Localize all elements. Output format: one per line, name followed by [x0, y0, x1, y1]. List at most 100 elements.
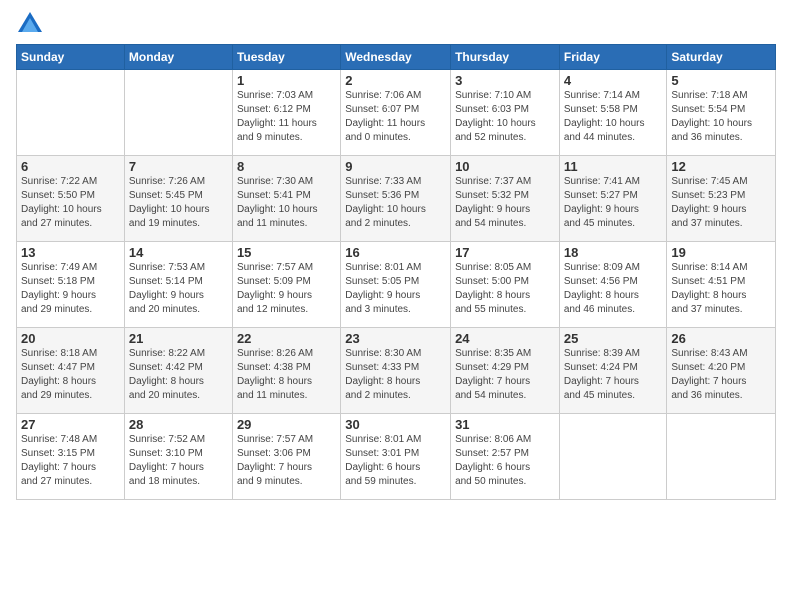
day-number: 25 — [564, 331, 663, 346]
calendar-cell: 26Sunrise: 8:43 AM Sunset: 4:20 PM Dayli… — [667, 328, 776, 414]
day-number: 30 — [345, 417, 446, 432]
day-info: Sunrise: 7:45 AM Sunset: 5:23 PM Dayligh… — [671, 175, 771, 231]
calendar-cell: 20Sunrise: 8:18 AM Sunset: 4:47 PM Dayli… — [17, 328, 125, 414]
weekday-header-tuesday: Tuesday — [232, 45, 340, 70]
day-number: 24 — [455, 331, 555, 346]
day-info: Sunrise: 8:01 AM Sunset: 3:01 PM Dayligh… — [345, 433, 446, 489]
calendar-cell: 27Sunrise: 7:48 AM Sunset: 3:15 PM Dayli… — [17, 414, 125, 500]
day-info: Sunrise: 7:57 AM Sunset: 5:09 PM Dayligh… — [237, 261, 336, 317]
calendar-cell — [17, 70, 125, 156]
calendar-cell: 22Sunrise: 8:26 AM Sunset: 4:38 PM Dayli… — [232, 328, 340, 414]
calendar-week-5: 27Sunrise: 7:48 AM Sunset: 3:15 PM Dayli… — [17, 414, 776, 500]
calendar-cell — [124, 70, 232, 156]
calendar-cell — [559, 414, 667, 500]
day-number: 4 — [564, 73, 663, 88]
weekday-header-monday: Monday — [124, 45, 232, 70]
day-number: 19 — [671, 245, 771, 260]
day-number: 17 — [455, 245, 555, 260]
day-number: 31 — [455, 417, 555, 432]
weekday-header-wednesday: Wednesday — [341, 45, 451, 70]
day-info: Sunrise: 8:14 AM Sunset: 4:51 PM Dayligh… — [671, 261, 771, 317]
logo — [16, 10, 48, 38]
calendar-cell — [667, 414, 776, 500]
weekday-header-thursday: Thursday — [451, 45, 560, 70]
calendar-header: SundayMondayTuesdayWednesdayThursdayFrid… — [17, 45, 776, 70]
calendar-cell: 8Sunrise: 7:30 AM Sunset: 5:41 PM Daylig… — [232, 156, 340, 242]
day-number: 10 — [455, 159, 555, 174]
calendar-week-4: 20Sunrise: 8:18 AM Sunset: 4:47 PM Dayli… — [17, 328, 776, 414]
calendar-cell: 4Sunrise: 7:14 AM Sunset: 5:58 PM Daylig… — [559, 70, 667, 156]
day-info: Sunrise: 7:48 AM Sunset: 3:15 PM Dayligh… — [21, 433, 120, 489]
calendar-cell: 19Sunrise: 8:14 AM Sunset: 4:51 PM Dayli… — [667, 242, 776, 328]
calendar-body: 1Sunrise: 7:03 AM Sunset: 6:12 PM Daylig… — [17, 70, 776, 500]
day-number: 7 — [129, 159, 228, 174]
day-info: Sunrise: 7:30 AM Sunset: 5:41 PM Dayligh… — [237, 175, 336, 231]
day-info: Sunrise: 8:22 AM Sunset: 4:42 PM Dayligh… — [129, 347, 228, 403]
day-number: 14 — [129, 245, 228, 260]
calendar-cell: 31Sunrise: 8:06 AM Sunset: 2:57 PM Dayli… — [451, 414, 560, 500]
day-info: Sunrise: 7:49 AM Sunset: 5:18 PM Dayligh… — [21, 261, 120, 317]
day-info: Sunrise: 7:41 AM Sunset: 5:27 PM Dayligh… — [564, 175, 663, 231]
calendar-cell: 11Sunrise: 7:41 AM Sunset: 5:27 PM Dayli… — [559, 156, 667, 242]
calendar-cell: 6Sunrise: 7:22 AM Sunset: 5:50 PM Daylig… — [17, 156, 125, 242]
day-info: Sunrise: 7:53 AM Sunset: 5:14 PM Dayligh… — [129, 261, 228, 317]
day-info: Sunrise: 7:33 AM Sunset: 5:36 PM Dayligh… — [345, 175, 446, 231]
weekday-header-saturday: Saturday — [667, 45, 776, 70]
day-info: Sunrise: 8:18 AM Sunset: 4:47 PM Dayligh… — [21, 347, 120, 403]
day-number: 26 — [671, 331, 771, 346]
day-number: 11 — [564, 159, 663, 174]
day-info: Sunrise: 7:03 AM Sunset: 6:12 PM Dayligh… — [237, 89, 336, 145]
calendar: SundayMondayTuesdayWednesdayThursdayFrid… — [16, 44, 776, 500]
day-info: Sunrise: 8:30 AM Sunset: 4:33 PM Dayligh… — [345, 347, 446, 403]
calendar-cell: 21Sunrise: 8:22 AM Sunset: 4:42 PM Dayli… — [124, 328, 232, 414]
day-number: 21 — [129, 331, 228, 346]
calendar-cell: 3Sunrise: 7:10 AM Sunset: 6:03 PM Daylig… — [451, 70, 560, 156]
weekday-row: SundayMondayTuesdayWednesdayThursdayFrid… — [17, 45, 776, 70]
calendar-cell: 10Sunrise: 7:37 AM Sunset: 5:32 PM Dayli… — [451, 156, 560, 242]
calendar-cell: 18Sunrise: 8:09 AM Sunset: 4:56 PM Dayli… — [559, 242, 667, 328]
day-info: Sunrise: 7:52 AM Sunset: 3:10 PM Dayligh… — [129, 433, 228, 489]
day-info: Sunrise: 8:01 AM Sunset: 5:05 PM Dayligh… — [345, 261, 446, 317]
calendar-cell: 28Sunrise: 7:52 AM Sunset: 3:10 PM Dayli… — [124, 414, 232, 500]
day-number: 6 — [21, 159, 120, 174]
day-info: Sunrise: 8:05 AM Sunset: 5:00 PM Dayligh… — [455, 261, 555, 317]
calendar-cell: 12Sunrise: 7:45 AM Sunset: 5:23 PM Dayli… — [667, 156, 776, 242]
calendar-cell: 17Sunrise: 8:05 AM Sunset: 5:00 PM Dayli… — [451, 242, 560, 328]
day-number: 1 — [237, 73, 336, 88]
calendar-cell: 13Sunrise: 7:49 AM Sunset: 5:18 PM Dayli… — [17, 242, 125, 328]
day-number: 8 — [237, 159, 336, 174]
day-number: 23 — [345, 331, 446, 346]
calendar-cell: 16Sunrise: 8:01 AM Sunset: 5:05 PM Dayli… — [341, 242, 451, 328]
day-number: 18 — [564, 245, 663, 260]
day-number: 13 — [21, 245, 120, 260]
day-number: 28 — [129, 417, 228, 432]
day-number: 12 — [671, 159, 771, 174]
calendar-cell: 25Sunrise: 8:39 AM Sunset: 4:24 PM Dayli… — [559, 328, 667, 414]
day-info: Sunrise: 7:26 AM Sunset: 5:45 PM Dayligh… — [129, 175, 228, 231]
day-info: Sunrise: 8:06 AM Sunset: 2:57 PM Dayligh… — [455, 433, 555, 489]
calendar-cell: 1Sunrise: 7:03 AM Sunset: 6:12 PM Daylig… — [232, 70, 340, 156]
day-info: Sunrise: 7:18 AM Sunset: 5:54 PM Dayligh… — [671, 89, 771, 145]
day-info: Sunrise: 7:37 AM Sunset: 5:32 PM Dayligh… — [455, 175, 555, 231]
day-number: 22 — [237, 331, 336, 346]
day-number: 2 — [345, 73, 446, 88]
calendar-cell: 29Sunrise: 7:57 AM Sunset: 3:06 PM Dayli… — [232, 414, 340, 500]
day-info: Sunrise: 7:14 AM Sunset: 5:58 PM Dayligh… — [564, 89, 663, 145]
day-number: 29 — [237, 417, 336, 432]
calendar-cell: 23Sunrise: 8:30 AM Sunset: 4:33 PM Dayli… — [341, 328, 451, 414]
day-info: Sunrise: 8:09 AM Sunset: 4:56 PM Dayligh… — [564, 261, 663, 317]
day-info: Sunrise: 7:22 AM Sunset: 5:50 PM Dayligh… — [21, 175, 120, 231]
calendar-cell: 7Sunrise: 7:26 AM Sunset: 5:45 PM Daylig… — [124, 156, 232, 242]
calendar-cell: 5Sunrise: 7:18 AM Sunset: 5:54 PM Daylig… — [667, 70, 776, 156]
calendar-cell: 30Sunrise: 8:01 AM Sunset: 3:01 PM Dayli… — [341, 414, 451, 500]
calendar-week-2: 6Sunrise: 7:22 AM Sunset: 5:50 PM Daylig… — [17, 156, 776, 242]
page: SundayMondayTuesdayWednesdayThursdayFrid… — [0, 0, 792, 508]
day-info: Sunrise: 8:43 AM Sunset: 4:20 PM Dayligh… — [671, 347, 771, 403]
calendar-cell: 15Sunrise: 7:57 AM Sunset: 5:09 PM Dayli… — [232, 242, 340, 328]
weekday-header-sunday: Sunday — [17, 45, 125, 70]
day-number: 27 — [21, 417, 120, 432]
day-number: 16 — [345, 245, 446, 260]
day-info: Sunrise: 8:35 AM Sunset: 4:29 PM Dayligh… — [455, 347, 555, 403]
calendar-cell: 9Sunrise: 7:33 AM Sunset: 5:36 PM Daylig… — [341, 156, 451, 242]
calendar-cell: 14Sunrise: 7:53 AM Sunset: 5:14 PM Dayli… — [124, 242, 232, 328]
